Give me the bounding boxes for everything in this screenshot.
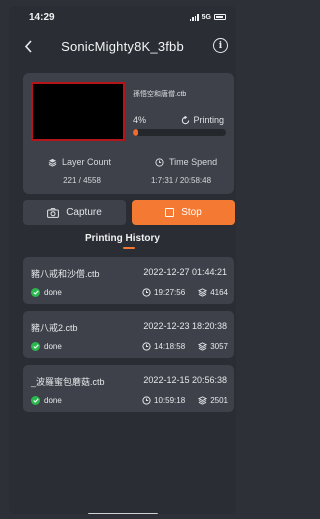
- clock-icon: [142, 396, 151, 405]
- capture-button[interactable]: Capture: [23, 200, 126, 225]
- stop-label: Stop: [181, 207, 202, 218]
- progress-bar-fill: [133, 129, 138, 136]
- history-layers: 3057: [198, 342, 228, 351]
- history-item[interactable]: 豬八戒2.ctb 2022-12-23 18:20:38 done 14:18:…: [23, 311, 234, 358]
- history-status: done: [31, 288, 62, 297]
- back-arrow-icon[interactable]: [19, 37, 37, 55]
- layer-count-label: Layer Count: [48, 157, 111, 167]
- history-title-underline: [123, 247, 135, 249]
- history-file-name: _波羅蜜包蘑菇.ctb: [31, 377, 105, 387]
- history-status: done: [31, 396, 62, 405]
- layer-count-value: 221 / 4558: [63, 176, 101, 185]
- status-time: 14:29: [29, 11, 55, 23]
- history-file-name: 豬八戒2.ctb: [31, 323, 78, 333]
- history-status: done: [31, 342, 62, 351]
- home-indicator[interactable]: [88, 513, 158, 514]
- signal-icon: [189, 13, 199, 21]
- check-circle-icon: [31, 288, 40, 297]
- layers-icon: [198, 342, 208, 351]
- layers-icon: [48, 158, 57, 167]
- page-title: SonicMighty8K_3fbb: [61, 38, 184, 54]
- history-item[interactable]: _波羅蜜包蘑菇.ctb 2022-12-15 20:56:38 done 10:…: [23, 365, 234, 412]
- history-item[interactable]: 豬八戒和沙僧.ctb 2022-12-27 01:44:21 done 19:2…: [23, 257, 234, 304]
- history-layers: 4164: [198, 288, 228, 297]
- history-date: 2022-12-15 20:56:38: [143, 375, 227, 385]
- history-title: Printing History: [84, 233, 160, 244]
- model-thumbnail: [31, 82, 125, 141]
- refresh-icon: [182, 115, 190, 124]
- current-job-card: 孫悟空和唐僧.ctb 4% Printing Layer Count Time …: [23, 73, 234, 194]
- progress-percent: 4%: [133, 115, 147, 125]
- status-bar: 14:29 5G: [9, 6, 236, 28]
- capture-label: Capture: [66, 207, 102, 218]
- status-indicators: 5G: [189, 13, 226, 21]
- history-layers: 2501: [198, 396, 228, 405]
- layers-icon: [198, 396, 208, 405]
- history-date: 2022-12-23 18:20:38: [143, 321, 227, 331]
- history-duration: 14:18:58: [142, 342, 185, 351]
- job-file-name: 孫悟空和唐僧.ctb: [133, 91, 187, 98]
- top-nav: SonicMighty8K_3fbb i: [9, 34, 236, 58]
- time-spend-value: 1:7:31 / 20:58:48: [150, 176, 212, 185]
- print-state-label: Printing: [193, 115, 224, 125]
- history-duration: 19:27:56: [142, 288, 185, 297]
- clock-icon: [142, 342, 151, 351]
- history-date: 2022-12-27 01:44:21: [143, 267, 227, 277]
- check-circle-icon: [31, 342, 40, 351]
- progress-bar: [133, 129, 226, 136]
- clock-icon: [155, 157, 164, 167]
- clock-icon: [142, 288, 151, 297]
- battery-icon: [214, 14, 226, 20]
- history-file-name: 豬八戒和沙僧.ctb: [31, 269, 100, 279]
- network-label: 5G: [201, 13, 211, 21]
- app-screen: 14:29 5G SonicMighty8K_3fbb i 孫悟空和唐僧.ctb…: [9, 6, 236, 514]
- history-duration: 10:59:18: [142, 396, 185, 405]
- time-spend-label: Time Spend: [155, 157, 217, 167]
- info-icon[interactable]: i: [213, 38, 228, 53]
- print-state: Printing: [181, 115, 224, 125]
- check-circle-icon: [31, 396, 40, 405]
- stop-icon: [165, 208, 175, 217]
- camera-icon: [47, 207, 60, 218]
- stop-button[interactable]: Stop: [132, 200, 235, 225]
- layers-icon: [198, 288, 208, 297]
